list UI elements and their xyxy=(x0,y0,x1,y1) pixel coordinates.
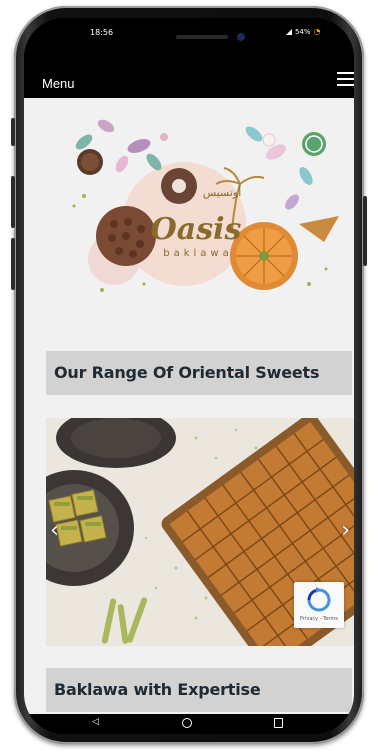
battery-icon: ◔ xyxy=(313,27,321,36)
hamburger-menu-icon[interactable] xyxy=(337,72,354,86)
section-heading: Our Range Of Oriental Sweets xyxy=(46,351,352,395)
hero-illustration: أوتسيس Oasis baklawa xyxy=(72,119,339,292)
signal-icon xyxy=(286,28,292,35)
nav-home-icon[interactable] xyxy=(182,718,192,728)
battery-percent: 54% xyxy=(295,27,311,36)
phone-side-button xyxy=(11,118,15,146)
recaptcha-badge[interactable]: Privacy - Terms xyxy=(294,582,344,628)
triangle-sweet-icon xyxy=(299,216,339,242)
phone-power-button xyxy=(363,196,367,266)
section-title: Baklawa with Expertise xyxy=(54,680,261,699)
nav-recent-apps-icon[interactable] xyxy=(274,718,283,728)
status-indicators: 54% ◔ xyxy=(286,27,321,36)
speaker-grille xyxy=(176,35,228,39)
slider-prev-arrow-icon[interactable]: ‹ xyxy=(50,518,59,543)
site-header: Menu xyxy=(24,52,354,98)
recaptcha-icon xyxy=(307,587,331,612)
phone-side-button xyxy=(11,238,15,290)
logo-text: Oasis xyxy=(151,212,242,247)
android-nav-bar: ◁ xyxy=(24,714,354,734)
section-heading: Baklawa with Expertise xyxy=(46,668,352,712)
section-title: Our Range Of Oriental Sweets xyxy=(54,363,320,382)
status-time: 18:56 xyxy=(90,28,114,37)
menu-label[interactable]: Menu xyxy=(42,76,75,91)
slider-next-arrow-icon[interactable]: › xyxy=(341,518,350,543)
logo-arabic-text: أوتسيس xyxy=(203,185,242,199)
status-bar: 18:56 54% ◔ xyxy=(24,18,354,52)
front-camera xyxy=(237,33,245,41)
phone-side-button xyxy=(11,176,15,228)
recaptcha-terms[interactable]: Privacy - Terms xyxy=(300,616,338,622)
nav-back-icon[interactable]: ◁ xyxy=(92,717,99,727)
logo-subtext: baklawa xyxy=(163,248,232,259)
